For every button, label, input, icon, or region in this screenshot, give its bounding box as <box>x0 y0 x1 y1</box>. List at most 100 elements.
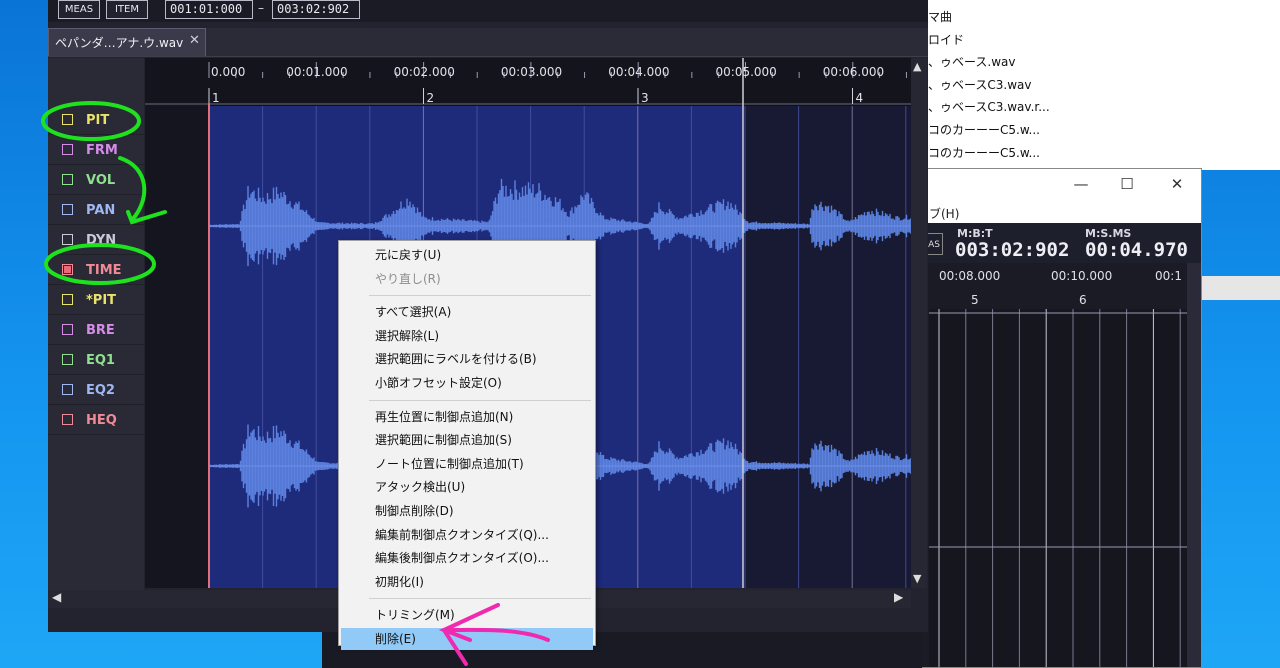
scroll-right-icon[interactable]: ▶ <box>894 590 903 604</box>
file-list-item[interactable]: 、ゥベース.wav <box>928 53 1016 71</box>
secondary-grid <box>929 309 1187 667</box>
file-list-item[interactable]: コのカーーーC5.w... <box>928 121 1040 139</box>
range-start-field[interactable]: 001:01:000 <box>165 0 253 19</box>
bar-number: 3 <box>641 91 649 105</box>
track-checkbox[interactable] <box>62 144 73 155</box>
ruler-time: 00:10.000 <box>1051 269 1113 283</box>
track-list: PIT FRM VOL PAN DYN TIME *PIT BRE EQ1 EQ2 HEQ <box>48 58 144 590</box>
secondary-ruler: 00:08.000 00:10.000 00:1 5 6 <box>929 263 1185 313</box>
ruler-time-label: 00:05.000 <box>716 65 777 79</box>
track-row-eq1[interactable]: EQ1 <box>48 346 144 375</box>
track-row-time[interactable]: TIME <box>48 256 144 285</box>
file-list-item[interactable]: 、ゥベースC3.wav <box>928 76 1032 94</box>
context-menu-item[interactable]: 元に戻す(U) <box>341 244 593 266</box>
menu-item-label: 初期化(I) <box>375 574 424 589</box>
ruler-time-label: 0.000 <box>211 65 245 79</box>
track-row-pan[interactable]: PAN <box>48 196 144 225</box>
secondary-window-titlebar: — ☐ ✕ <box>905 169 1201 203</box>
track-name: VOL <box>86 173 116 188</box>
menu-help[interactable]: ブ(H) <box>929 205 959 222</box>
track-name: PIT <box>86 113 110 128</box>
bar-number: 4 <box>856 91 864 105</box>
context-menu-item[interactable]: 選択範囲に制御点追加(S) <box>341 429 593 451</box>
tab-bar: ペパンダ…アナ.ウ.wav ✕ <box>48 28 928 57</box>
meas-button[interactable]: MEAS <box>58 0 100 19</box>
track-checkbox[interactable] <box>62 174 73 185</box>
close-icon[interactable]: ✕ <box>189 33 200 48</box>
track-row-dyn[interactable]: DYN <box>48 226 144 255</box>
mbt-value: 003:02:902 <box>955 239 1070 261</box>
close-icon[interactable]: ✕ <box>1167 175 1187 193</box>
ruler-time-label: 00:03.000 <box>501 65 562 79</box>
menu-separator <box>369 295 591 297</box>
secondary-grid-background <box>929 309 1187 667</box>
maximize-icon[interactable]: ☐ <box>1117 175 1137 193</box>
menu-item-label: 選択範囲にラベルを付ける(B) <box>375 352 537 367</box>
track-row-eq2[interactable]: EQ2 <box>48 376 144 405</box>
menu-separator <box>369 598 591 600</box>
range-separator: – <box>258 1 264 15</box>
context-menu-item[interactable]: トリミング(M) <box>341 604 593 626</box>
context-menu-item[interactable]: 編集前制御点クオンタイズ(Q)... <box>341 524 593 546</box>
track-row-bre[interactable]: BRE <box>48 316 144 345</box>
context-menu-item[interactable]: アタック検出(U) <box>341 476 593 498</box>
context-menu-item[interactable]: 初期化(I) <box>341 571 593 593</box>
file-list-item[interactable]: マ曲 <box>928 8 952 26</box>
context-menu-item[interactable]: 小節オフセット設定(O) <box>341 372 593 394</box>
menu-item-label: 再生位置に制御点追加(N) <box>375 409 514 424</box>
menu-item-label: 編集前制御点クオンタイズ(Q)... <box>375 527 549 542</box>
time-display: M:B:T 003:02:902 M:S.MS 00:04.970 <box>905 223 1201 263</box>
menu-item-label: やり直し(R) <box>375 271 441 286</box>
file-list-item[interactable]: ロイド <box>928 31 964 49</box>
context-menu-item[interactable]: すべて選択(A) <box>341 301 593 323</box>
context-menu-item[interactable]: ノート位置に制御点追加(T) <box>341 453 593 475</box>
item-button[interactable]: ITEM <box>106 0 148 19</box>
track-checkbox[interactable] <box>62 414 73 425</box>
track-name: TIME <box>86 263 122 278</box>
scroll-down-icon[interactable]: ▼ <box>913 572 921 585</box>
menu-item-label: トリミング(M) <box>375 608 455 623</box>
track-row-frm[interactable]: FRM <box>48 136 144 165</box>
track-checkbox[interactable] <box>62 384 73 395</box>
minimize-icon[interactable]: — <box>1071 175 1091 193</box>
context-menu-item[interactable]: 選択範囲にラベルを付ける(B) <box>341 348 593 370</box>
menu-item-label: 制御点削除(D) <box>375 504 454 518</box>
menu-item-label: すべて選択(A) <box>375 305 452 320</box>
track-checkbox[interactable] <box>62 114 73 125</box>
context-menu-item[interactable]: 再生位置に制御点追加(N) <box>341 406 593 428</box>
bar-number: 1 <box>212 91 220 105</box>
track-checkbox[interactable] <box>62 204 73 215</box>
ruler-bar: 6 <box>1079 293 1087 307</box>
track-name: EQ2 <box>86 383 115 398</box>
ruler-time: 00:08.000 <box>939 269 1001 283</box>
range-end-field[interactable]: 003:02:902 <box>272 0 360 19</box>
context-menu-item[interactable]: 編集後制御点クオンタイズ(O)... <box>341 547 593 569</box>
track-row-pit[interactable]: PIT <box>48 106 144 135</box>
scroll-left-icon[interactable]: ◀ <box>52 590 61 604</box>
track-name: EQ1 <box>86 353 115 368</box>
track-row-heq[interactable]: HEQ <box>48 406 144 435</box>
menu-item-label: 元に戻す(U) <box>375 248 442 262</box>
unselected-region <box>743 106 911 588</box>
tab-wav-file[interactable]: ペパンダ…アナ.ウ.wav ✕ <box>48 28 206 56</box>
vertical-scrollbar[interactable]: ▲ ▼ <box>911 58 927 588</box>
track-checkbox[interactable] <box>62 294 73 305</box>
menu-item-label: 選択範囲に制御点追加(S) <box>375 433 512 448</box>
secondary-vertical-scrollbar[interactable] <box>1187 263 1201 667</box>
file-list-item[interactable]: コのカーーーC5.w... <box>928 144 1040 162</box>
track-checkbox[interactable] <box>62 264 73 275</box>
track-checkbox[interactable] <box>62 234 73 245</box>
context-menu-item[interactable]: 選択解除(L) <box>341 325 593 347</box>
ruler-bar: 5 <box>971 293 979 307</box>
context-menu-item[interactable]: やり直し(R) <box>341 268 593 290</box>
track-row-star-pit[interactable]: *PIT <box>48 286 144 315</box>
track-checkbox[interactable] <box>62 324 73 335</box>
file-list-item[interactable]: 、ゥベースC3.wav.r... <box>928 98 1050 116</box>
context-menu-item[interactable]: 制御点削除(D) <box>341 500 593 522</box>
track-row-vol[interactable]: VOL <box>48 166 144 195</box>
context-menu-item[interactable]: 削除(E) <box>341 628 593 650</box>
context-menu: 元に戻す(U) やり直し(R) すべて選択(A) 選択解除(L) 選択範囲にラベルを付け… <box>338 240 596 650</box>
track-checkbox[interactable] <box>62 354 73 365</box>
menu-item-label: 編集後制御点クオンタイズ(O)... <box>375 551 549 566</box>
scroll-up-icon[interactable]: ▲ <box>913 60 921 73</box>
